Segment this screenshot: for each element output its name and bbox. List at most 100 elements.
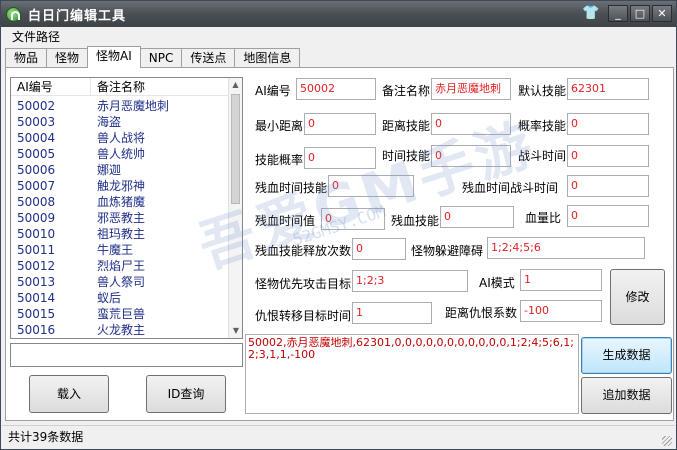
- list-item-name: 兽人统帅: [97, 147, 146, 161]
- tab-strip: 物品 怪物 怪物AI NPC 传送点 地图信息: [5, 46, 301, 68]
- hate-dist-field[interactable]: -100: [520, 300, 602, 322]
- list-header: AI编号 备注名称: [11, 78, 242, 96]
- status-bar: 共计39条数据: [2, 425, 675, 449]
- list-item-name: 烈焰尸王: [97, 259, 146, 273]
- avoid-label: 怪物躲避障碍: [411, 244, 484, 258]
- column-header-id[interactable]: AI编号: [11, 78, 91, 95]
- default-skill-field[interactable]: 62301: [567, 78, 649, 100]
- menu-bar: 文件路径: [2, 28, 675, 46]
- menu-file-path[interactable]: 文件路径: [12, 30, 60, 44]
- status-total: 共计39条数据: [8, 430, 84, 444]
- time-skill-field[interactable]: 0: [431, 145, 511, 167]
- maximize-button[interactable]: □: [630, 5, 650, 22]
- hate-target-field[interactable]: 1: [352, 302, 432, 324]
- output-textarea[interactable]: 50002,赤月恶魔地刺,62301,0,0,0,0,0,0,0,0,0,0,0…: [245, 334, 579, 414]
- scroll-up-icon[interactable]: ▲: [229, 78, 242, 92]
- list-item-id: 50008: [17, 195, 56, 209]
- list-item[interactable]: 50011 牛魔王: [11, 242, 229, 258]
- min-dist-field[interactable]: 0: [304, 113, 376, 135]
- list-item-name: 蛮荒巨兽: [97, 307, 146, 321]
- default-skill-label: 默认技能: [518, 84, 567, 98]
- list-item-name: 祖玛教主: [97, 227, 146, 241]
- priority-label: 怪物优先攻击目标: [255, 277, 352, 291]
- hp-ratio-field[interactable]: 0: [567, 205, 649, 227]
- scroll-thumb[interactable]: [231, 94, 240, 204]
- close-button[interactable]: ✕: [652, 5, 672, 22]
- list-item-name: 触龙邪神: [97, 179, 146, 193]
- list-item-id: 50003: [17, 115, 56, 129]
- window-controls: 👕 _ □ ✕: [582, 5, 672, 22]
- lowhp-skill-field[interactable]: 0: [440, 206, 514, 228]
- list-item-name: 赤月恶魔地刺: [97, 99, 170, 113]
- scroll-down-icon[interactable]: ▼: [229, 324, 242, 338]
- ai-mode-field[interactable]: 1: [520, 269, 602, 291]
- priority-field[interactable]: 1;2;3: [352, 270, 468, 292]
- ai-list[interactable]: AI编号 备注名称 50002 赤月恶魔地刺 50003 海盗 50004 兽人战将 500…: [10, 77, 243, 339]
- list-item[interactable]: 50008 血炼猪魔: [11, 194, 229, 210]
- app-logo-icon: [6, 6, 21, 22]
- resize-grip-icon[interactable]: [662, 436, 672, 446]
- list-item-name: 蚁后: [97, 291, 122, 305]
- ai-id-label: AI编号: [255, 84, 291, 98]
- list-item-id: 50004: [17, 131, 56, 145]
- list-item-id: 50015: [17, 307, 56, 321]
- lowhp-battle-time-field[interactable]: 0: [567, 175, 649, 197]
- tab-items[interactable]: 物品: [5, 48, 48, 68]
- list-item[interactable]: 50007 触龙邪神: [11, 178, 229, 194]
- list-item[interactable]: 50006 娜迦: [11, 162, 229, 178]
- list-item-id: 50014: [17, 291, 56, 305]
- list-item-name: 邪恶教主: [97, 211, 146, 225]
- tab-npc[interactable]: NPC: [139, 48, 183, 68]
- list-item[interactable]: 50014 蚁后: [11, 290, 229, 306]
- search-input[interactable]: [10, 343, 243, 367]
- list-scrollbar[interactable]: ▲ ▼: [228, 78, 242, 338]
- list-item[interactable]: 50005 兽人统帅: [11, 146, 229, 162]
- load-button[interactable]: 载入: [29, 375, 109, 413]
- prob-skill-field[interactable]: 0: [567, 113, 649, 135]
- list-item[interactable]: 50016 火龙教主: [11, 322, 229, 338]
- skill-prob-label: 技能概率: [255, 153, 304, 167]
- skill-prob-field[interactable]: 0: [304, 147, 376, 169]
- time-skill-label: 时间技能: [382, 149, 431, 163]
- list-item-id: 50006: [17, 163, 56, 177]
- dist-skill-field[interactable]: 0: [431, 113, 511, 135]
- minimize-button[interactable]: _: [608, 5, 628, 22]
- tab-map-info[interactable]: 地图信息: [234, 48, 301, 68]
- lowhp-time-skill-field[interactable]: 0: [328, 175, 414, 197]
- list-item-name: 兽人战将: [97, 131, 146, 145]
- list-item-name: 牛魔王: [97, 243, 134, 257]
- lowhp-skill-count-field[interactable]: 0: [352, 238, 406, 260]
- list-item[interactable]: 50003 海盗: [11, 114, 229, 130]
- id-query-button[interactable]: ID查询: [146, 375, 226, 413]
- column-header-name[interactable]: 备注名称: [91, 78, 229, 95]
- generate-data-button[interactable]: 生成数据: [581, 337, 672, 374]
- tab-teleport[interactable]: 传送点: [181, 48, 236, 68]
- list-item[interactable]: 50002 赤月恶魔地刺: [11, 98, 229, 114]
- list-item[interactable]: 50012 烈焰尸王: [11, 258, 229, 274]
- avoid-field[interactable]: 1;2;4;5;6: [487, 237, 645, 259]
- modify-button[interactable]: 修改: [610, 269, 665, 325]
- title-bar[interactable]: 白日门编辑工具 👕 _ □ ✕: [1, 1, 676, 27]
- battle-time-field[interactable]: 0: [567, 145, 649, 167]
- prob-skill-label: 概率技能: [518, 119, 567, 133]
- list-item-name: 血炼猪魔: [97, 195, 146, 209]
- note-field[interactable]: 赤月恶魔地刺: [431, 78, 511, 100]
- list-item-id: 50012: [17, 259, 56, 273]
- hate-dist-label: 距离仇恨系数: [445, 306, 518, 320]
- list-item-name: 娜迦: [97, 163, 122, 177]
- list-item[interactable]: 50009 邪恶教主: [11, 210, 229, 226]
- ai-id-field[interactable]: 50002: [296, 78, 376, 100]
- list-item-id: 50005: [17, 147, 56, 161]
- tab-monster-ai[interactable]: 怪物AI: [87, 46, 141, 68]
- list-item[interactable]: 50010 祖玛教主: [11, 226, 229, 242]
- list-rows: 50002 赤月恶魔地刺 50003 海盗 50004 兽人战将 50005 兽人统帅 5000…: [11, 98, 229, 338]
- append-data-button[interactable]: 追加数据: [581, 377, 672, 414]
- tab-monsters[interactable]: 怪物: [46, 48, 89, 68]
- list-item-id: 50010: [17, 227, 56, 241]
- note-label: 备注名称: [382, 84, 431, 98]
- skin-icon[interactable]: 👕: [582, 5, 599, 21]
- list-item[interactable]: 50015 蛮荒巨兽: [11, 306, 229, 322]
- list-item[interactable]: 50013 兽人祭司: [11, 274, 229, 290]
- list-item[interactable]: 50004 兽人战将: [11, 130, 229, 146]
- lowhp-battle-time-label: 残血时间战斗时间: [462, 181, 559, 195]
